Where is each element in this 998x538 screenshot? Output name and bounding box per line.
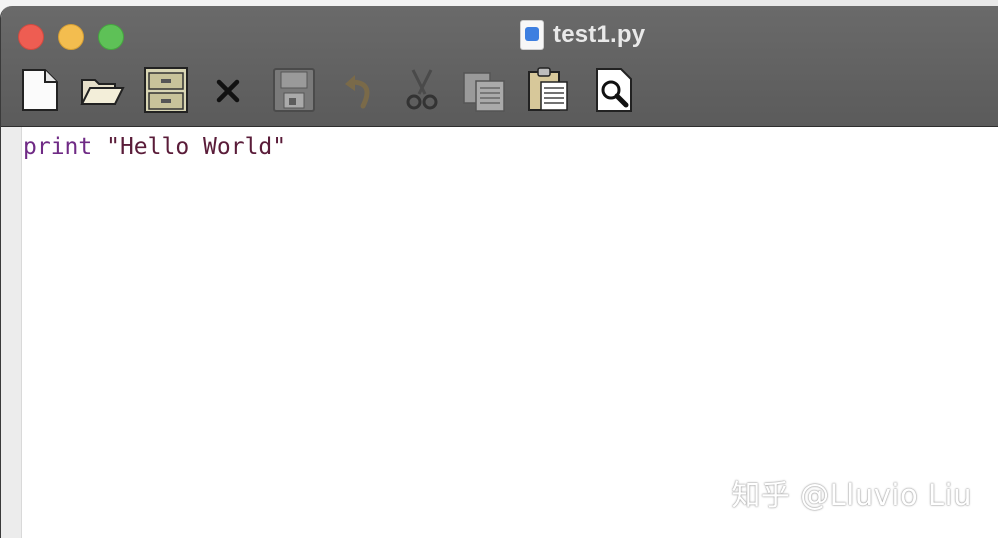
cut-scissors-icon[interactable] [399,66,445,114]
find-icon[interactable] [591,66,637,114]
undo-icon[interactable] [337,66,383,114]
editor-gutter [1,127,22,538]
minimize-window-button[interactable] [58,24,84,50]
save-disk-icon[interactable] [271,66,317,114]
paste-icon[interactable] [525,66,571,114]
code-keyword: print [23,134,93,160]
new-file-icon[interactable] [17,66,63,114]
python-file-icon [521,21,543,49]
window-titlebar: test1.py [1,6,998,127]
window-title: test1.py [553,21,646,48]
code-line: print "Hello World" [23,132,998,162]
window-title-group: test1.py [521,18,645,52]
file-cabinet-icon[interactable] [143,66,189,114]
close-window-button[interactable] [18,24,44,50]
code-string: "Hello World" [106,134,287,160]
watermark-text: 知乎 @Lluvio Liu [731,478,972,512]
close-icon[interactable] [205,66,251,114]
open-folder-icon[interactable] [79,66,125,114]
zoom-window-button[interactable] [98,24,124,50]
copy-icon[interactable] [461,66,507,114]
editor-window: test1.py print "Hello World" 知乎 @Lluvio … [0,6,998,538]
